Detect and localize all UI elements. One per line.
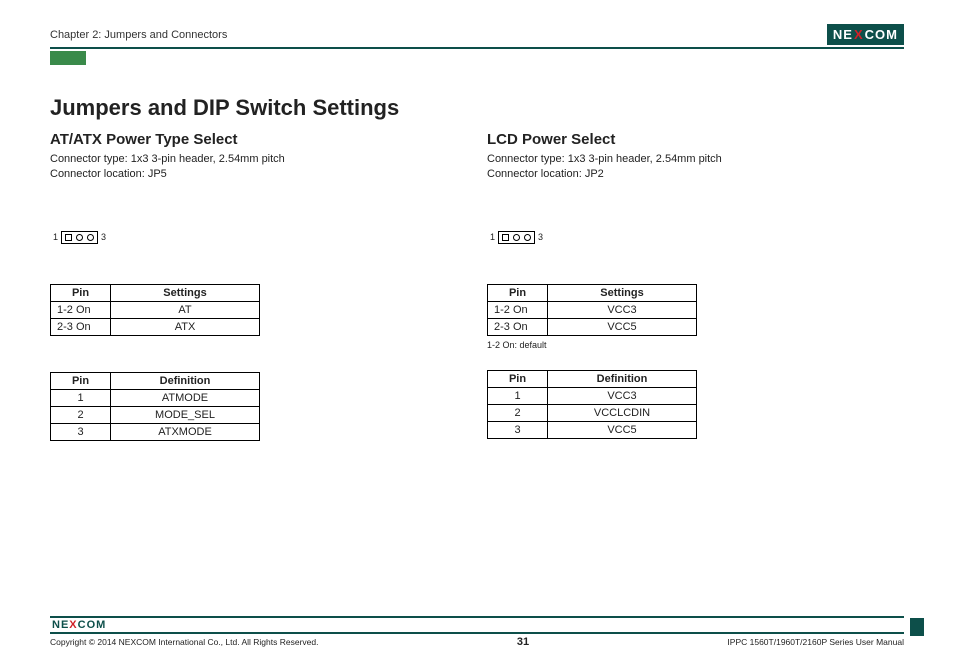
pin-1-square-icon	[502, 234, 509, 241]
pin-label-3: 3	[101, 232, 106, 242]
section-heading-lcd: LCD Power Select	[487, 131, 904, 148]
pin-label-1: 1	[53, 232, 58, 242]
pin-3-circle-icon	[524, 234, 531, 241]
connector-type-right: Connector type: 1x3 3-pin header, 2.54mm…	[487, 152, 904, 167]
pin-diagram-left: 1 3	[50, 231, 477, 244]
pin-2-circle-icon	[76, 234, 83, 241]
pin-diagram-right: 1 3	[487, 231, 904, 244]
th-pin: Pin	[51, 372, 111, 389]
table-row: 2-3 On VCC5	[488, 318, 697, 335]
table-row: 3 VCC5	[488, 421, 697, 438]
th-settings: Settings	[111, 284, 260, 301]
table-row: 1 VCC3	[488, 387, 697, 404]
table-row: 1 ATMODE	[51, 389, 260, 406]
connector-location-right: Connector location: JP2	[487, 167, 904, 182]
definition-table-left: Pin Definition 1 ATMODE 2 MODE_SEL 3 ATX…	[50, 372, 260, 441]
brand-logo-top: NEXCOM	[827, 24, 904, 45]
section-tab	[50, 51, 86, 65]
connector-type-left: Connector type: 1x3 3-pin header, 2.54mm…	[50, 152, 477, 167]
logo-text-post: COM	[865, 27, 898, 42]
th-pin: Pin	[488, 370, 548, 387]
table-row: 2 VCCLCDIN	[488, 404, 697, 421]
th-pin: Pin	[488, 284, 548, 301]
logo-text-x: X	[854, 27, 864, 42]
section-heading-atatx: AT/ATX Power Type Select	[50, 131, 477, 148]
table-row: 2-3 On ATX	[51, 318, 260, 335]
table-row: 3 ATXMODE	[51, 423, 260, 440]
table-row: 2 MODE_SEL	[51, 406, 260, 423]
th-definition: Definition	[548, 370, 697, 387]
connector-location-left: Connector location: JP5	[50, 167, 477, 182]
manual-title: IPPC 1560T/1960T/2160P Series User Manua…	[727, 637, 904, 647]
settings-table-left: Pin Settings 1-2 On AT 2-3 On ATX	[50, 284, 260, 336]
page-title: Jumpers and DIP Switch Settings	[50, 95, 904, 121]
default-note: 1-2 On: default	[487, 340, 904, 350]
table-row: 1-2 On VCC3	[488, 301, 697, 318]
settings-table-right: Pin Settings 1-2 On VCC3 2-3 On VCC5	[487, 284, 697, 336]
logo-text-pre: NE	[833, 27, 853, 42]
pin-3-circle-icon	[87, 234, 94, 241]
table-row: 1-2 On AT	[51, 301, 260, 318]
th-definition: Definition	[111, 372, 260, 389]
copyright-text: Copyright © 2014 NEXCOM International Co…	[50, 637, 318, 647]
pin-2-circle-icon	[513, 234, 520, 241]
th-settings: Settings	[548, 284, 697, 301]
chapter-title: Chapter 2: Jumpers and Connectors	[50, 29, 227, 41]
brand-logo-bottom: NEXCOM	[52, 619, 106, 631]
page-number: 31	[517, 636, 529, 648]
th-pin: Pin	[51, 284, 111, 301]
pin-label-1: 1	[490, 232, 495, 242]
definition-table-right: Pin Definition 1 VCC3 2 VCCLCDIN 3 VCC5	[487, 370, 697, 439]
pin-label-3: 3	[538, 232, 543, 242]
pin-1-square-icon	[65, 234, 72, 241]
